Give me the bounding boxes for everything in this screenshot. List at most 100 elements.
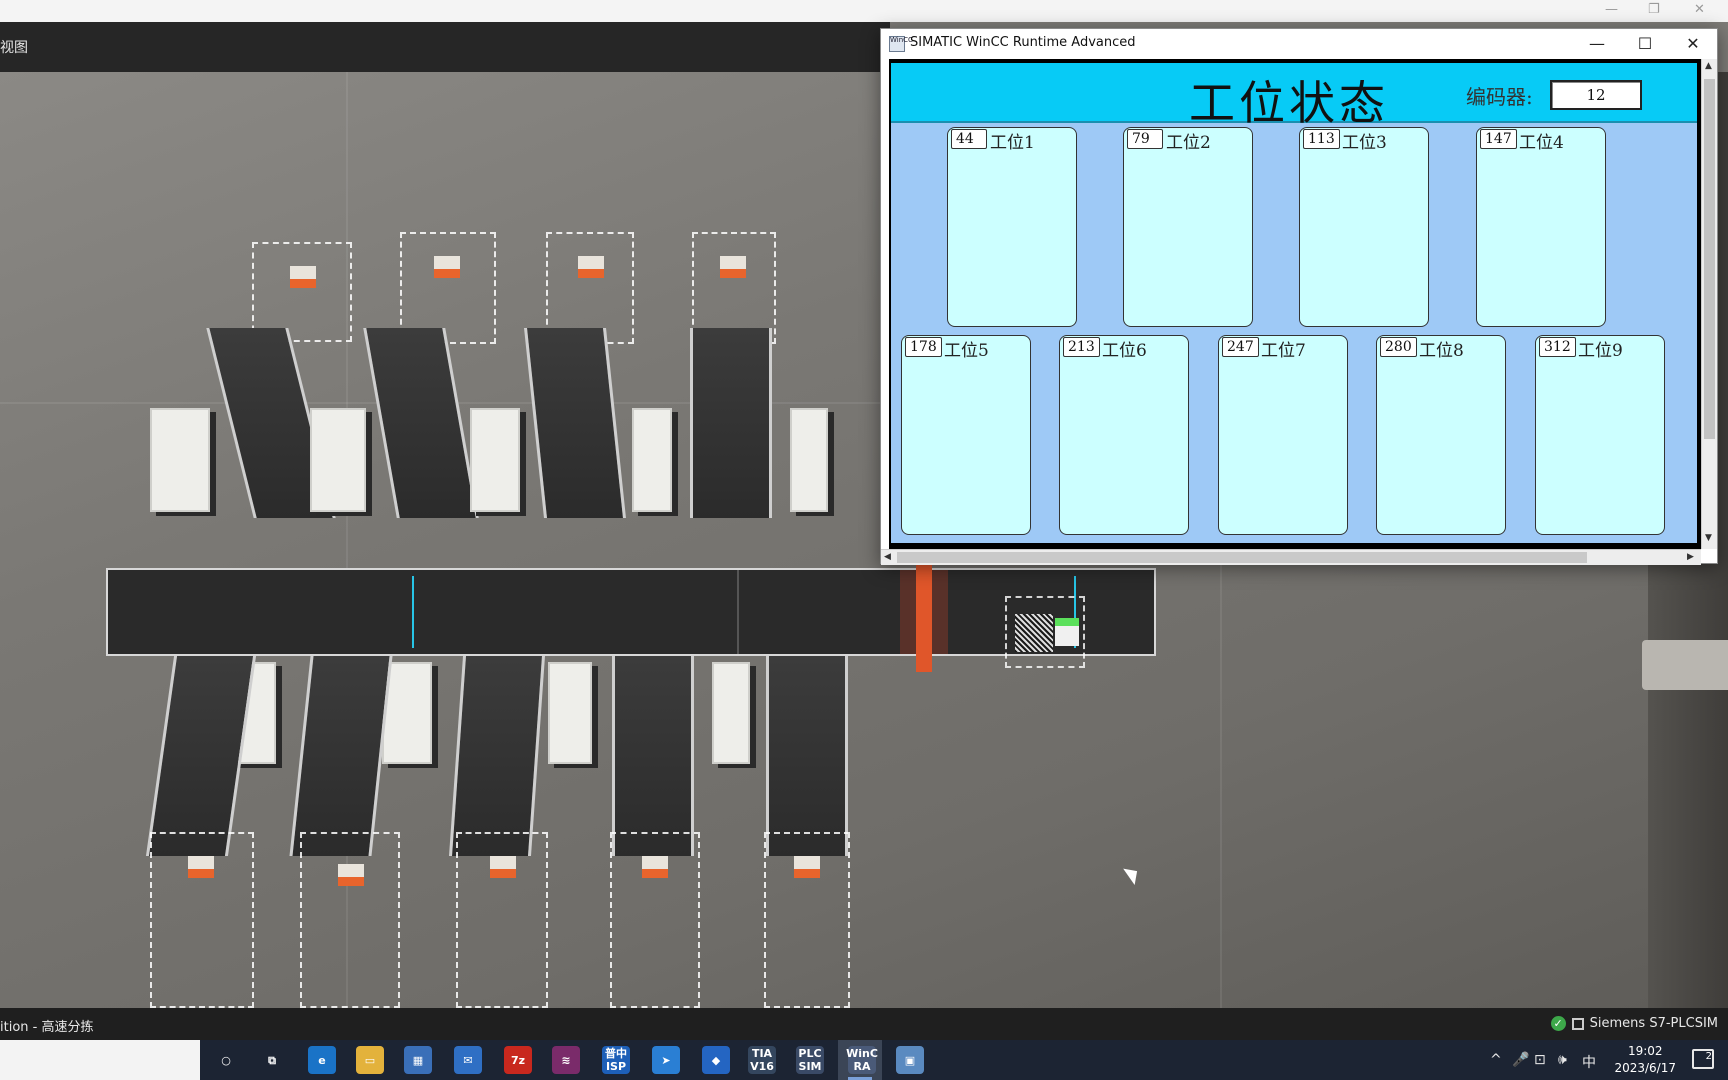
- station-position: 247: [1222, 337, 1259, 357]
- station-label: 工位2: [1166, 133, 1211, 153]
- station-label: 工位7: [1261, 341, 1306, 361]
- parcel: [338, 864, 364, 886]
- encoder-value-field[interactable]: 12: [1550, 80, 1642, 110]
- station-position: 44: [951, 129, 987, 149]
- scroll-right-icon[interactable]: ▶: [1687, 552, 1694, 562]
- windows-taskbar: ○ ⧉ e ▭ ▦ ✉ 7z ≋ 普中 ISP ➤ ◆ TIA V16 PLC SIM WinC RA ▣ …: [0, 1040, 1728, 1080]
- plcsim-icon[interactable]: PLC SIM: [796, 1046, 824, 1074]
- cortana-icon[interactable]: ○: [212, 1046, 240, 1074]
- volume-icon[interactable]: 🕪: [1558, 1052, 1567, 1068]
- parcel: [642, 856, 668, 878]
- parcel: [490, 856, 516, 878]
- station-8[interactable]: 280 工位8: [1376, 335, 1506, 535]
- scroll-up-icon[interactable]: ▲: [1705, 61, 1712, 71]
- diverter-robot: [548, 662, 592, 764]
- encoder-label: 编码器:: [1466, 85, 1533, 109]
- maximize-button[interactable]: ☐: [1623, 31, 1667, 57]
- close-button[interactable]: ✕: [1671, 31, 1715, 57]
- scroll-left-icon[interactable]: ◀: [884, 552, 891, 562]
- window-title: SIMATIC WinCC Runtime Advanced: [910, 35, 1136, 50]
- file-explorer-icon[interactable]: ▭: [356, 1046, 384, 1074]
- bg-restore-icon[interactable]: ❐: [1648, 2, 1660, 17]
- wincc-app-icon: WinCC: [889, 36, 913, 52]
- isp-icon[interactable]: 普中 ISP: [602, 1046, 630, 1074]
- notification-icon[interactable]: 2: [1692, 1049, 1714, 1069]
- station-1[interactable]: 44 工位1: [947, 127, 1077, 327]
- mail-icon[interactable]: ✉: [454, 1046, 482, 1074]
- factory-io-icon[interactable]: ▣: [896, 1046, 924, 1074]
- station-position: 79: [1127, 129, 1163, 149]
- vertical-scrollbar[interactable]: ▲ ▼: [1701, 59, 1717, 549]
- parcel: [188, 856, 214, 878]
- tia-portal-icon[interactable]: TIA V16: [748, 1046, 776, 1074]
- diverter-robot: [632, 408, 672, 512]
- check-icon: ✓: [1550, 1016, 1566, 1031]
- station-position: 113: [1303, 129, 1340, 149]
- chute: [612, 656, 694, 856]
- hmi-header: 工位状态 编码器: 12: [891, 63, 1697, 130]
- station-7[interactable]: 247 工位7: [1218, 335, 1348, 535]
- incoming-parcel: [1005, 596, 1085, 668]
- taskbar-search-box[interactable]: [0, 1040, 200, 1080]
- station-2[interactable]: 79 工位2: [1123, 127, 1253, 327]
- horizontal-scroll-thumb[interactable]: [897, 552, 1587, 563]
- clock[interactable]: 19:02 2023/6/17: [1614, 1043, 1676, 1077]
- station-3[interactable]: 113 工位3: [1299, 127, 1429, 327]
- parcel: [578, 256, 604, 278]
- view-menu[interactable]: 视图: [0, 37, 28, 57]
- store-icon[interactable]: ▦: [404, 1046, 432, 1074]
- bg-minimize-icon[interactable]: —: [1605, 2, 1618, 17]
- station-9[interactable]: 312 工位9: [1535, 335, 1665, 535]
- station-position: 213: [1063, 337, 1100, 357]
- parcel: [290, 266, 316, 288]
- wall-fixture: [1642, 640, 1728, 690]
- chute: [524, 328, 626, 518]
- station-5[interactable]: 178 工位5: [901, 335, 1031, 535]
- driver-name: Siemens S7-PLCSIM: [1589, 1016, 1718, 1031]
- microphone-icon[interactable]: 🎤: [1512, 1052, 1529, 1068]
- station-label: 工位3: [1342, 133, 1387, 153]
- station-label: 工位5: [944, 341, 989, 361]
- vertical-scroll-thumb[interactable]: [1704, 79, 1715, 439]
- simulation-toolbar: 视图: [0, 22, 890, 72]
- sensor-beam: [412, 576, 414, 648]
- parcel-box: [1055, 618, 1079, 646]
- station-6[interactable]: 213 工位6: [1059, 335, 1189, 535]
- ime-indicator[interactable]: 中: [1582, 1052, 1596, 1072]
- diverter-robot: [712, 662, 750, 764]
- station-label: 工位4: [1519, 133, 1564, 153]
- app-icon[interactable]: ≋: [552, 1046, 580, 1074]
- station-label: 工位6: [1102, 341, 1147, 361]
- window-titlebar[interactable]: WinCC SIMATIC WinCC Runtime Advanced — ☐…: [881, 29, 1717, 59]
- diverter-robot: [310, 408, 366, 512]
- background-window-titlebar: — ❐ ✕: [0, 0, 1728, 22]
- clock-time: 19:02: [1627, 1044, 1663, 1058]
- task-view-icon[interactable]: ⧉: [258, 1046, 286, 1074]
- station-label: 工位8: [1419, 341, 1464, 361]
- scroll-down-icon[interactable]: ▼: [1705, 533, 1712, 543]
- minimize-button[interactable]: —: [1575, 31, 1619, 57]
- simulation-statusbar: ition - 高速分拣 ✓ Siemens S7-PLCSIM: [0, 1008, 1728, 1040]
- hmi-screen: 工位状态 编码器: 12 44 工位1 79 工位2 113 工位3 147 工…: [891, 63, 1697, 543]
- station-label: 工位1: [990, 133, 1035, 153]
- edge-icon[interactable]: e: [308, 1046, 336, 1074]
- diverter-robot: [470, 408, 520, 512]
- conveyor-joint: [737, 570, 739, 654]
- feishu-icon[interactable]: ➤: [652, 1046, 680, 1074]
- station-position: 178: [905, 337, 942, 357]
- chute: [690, 328, 772, 518]
- vscode-icon[interactable]: ◆: [702, 1046, 730, 1074]
- bg-close-icon[interactable]: ✕: [1694, 2, 1705, 17]
- page-title: 工位状态: [1189, 76, 1389, 130]
- 7zip-icon[interactable]: 7z: [504, 1046, 532, 1074]
- parcel: [434, 256, 460, 278]
- station-4[interactable]: 147 工位4: [1476, 127, 1606, 327]
- plc-driver-icon: [1571, 1017, 1584, 1030]
- station-position: 280: [1380, 337, 1417, 357]
- tray-overflow-icon[interactable]: ^: [1490, 1052, 1502, 1068]
- wincc-ra-icon[interactable]: WinC RA: [846, 1046, 878, 1074]
- driver-status[interactable]: ✓ Siemens S7-PLCSIM: [1550, 1016, 1718, 1031]
- diverter-robot: [790, 408, 828, 512]
- horizontal-scrollbar[interactable]: ◀ ▶: [881, 549, 1701, 565]
- network-icon[interactable]: ⊡: [1534, 1052, 1546, 1068]
